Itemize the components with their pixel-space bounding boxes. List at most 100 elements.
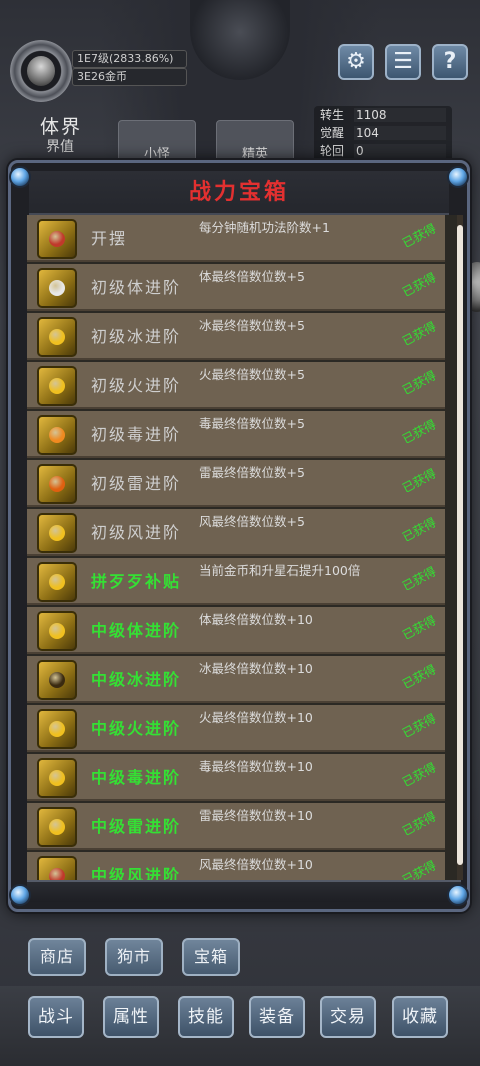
- item-description: 风最终倍数位数+10: [199, 857, 313, 872]
- item-name: 初级毒进阶: [91, 425, 182, 444]
- modal-title-bar: 战力宝箱: [29, 171, 449, 215]
- avatar[interactable]: [10, 40, 72, 102]
- list-item[interactable]: 中级体进阶 体最终倍数位数+10 已获得: [27, 607, 445, 654]
- chest-gem-icon: [49, 427, 65, 443]
- list-item[interactable]: 初级冰进阶 冰最终倍数位数+5 已获得: [27, 313, 445, 360]
- item-description: 火最终倍数位数+5: [199, 367, 305, 382]
- item-description: 毒最终倍数位数+10: [199, 759, 313, 774]
- help-button[interactable]: ?: [432, 44, 468, 80]
- stat-row-cycle: 轮回 0: [314, 142, 452, 160]
- list-item[interactable]: 开摆 每分钟随机功法阶数+1 已获得: [27, 215, 445, 262]
- chest-button[interactable]: 宝箱: [182, 938, 240, 976]
- treasure-chest-icon: [37, 415, 77, 455]
- item-name: 初级体进阶: [91, 278, 182, 297]
- stats-panel: 转生 1108 觉醒 104 轮回 0: [314, 106, 452, 164]
- nav-battle[interactable]: 战斗: [28, 996, 84, 1038]
- treasure-chest-icon: [37, 366, 77, 406]
- item-description: 体最终倍数位数+5: [199, 269, 305, 284]
- item-status: 已获得: [400, 809, 439, 839]
- gold-counter: 3E26金币: [72, 68, 187, 86]
- item-status: 已获得: [400, 319, 439, 349]
- item-status: 已获得: [400, 858, 439, 880]
- item-status: 已获得: [400, 270, 439, 300]
- treasure-chest-icon: [37, 758, 77, 798]
- scrollbar-track[interactable]: [457, 215, 463, 880]
- treasure-chest-icon: [37, 513, 77, 553]
- chest-list[interactable]: 开摆 每分钟随机功法阶数+1 已获得 初级体进阶 体最终倍数位数+5 已获得 初级冰进阶 冰最…: [27, 215, 461, 880]
- item-name: 初级雷进阶: [91, 474, 182, 493]
- help-icon: ?: [443, 49, 457, 74]
- item-name: 拼歹歹补贴: [91, 572, 182, 591]
- item-name: 开摆: [91, 229, 128, 248]
- item-name: 中级冰进阶: [91, 670, 182, 689]
- item-name: 中级体进阶: [91, 621, 182, 640]
- tab-elite[interactable]: 精英: [216, 120, 294, 164]
- treasure-chest-icon: [37, 317, 77, 357]
- power-chest-modal: 战力宝箱 开摆 每分钟随机功法阶数+1 已获得 初级体进阶 体最终倍数位数+5 已获得 初级…: [8, 160, 470, 912]
- chest-gem-icon: [49, 574, 65, 590]
- nav-equipment[interactable]: 装备: [249, 996, 305, 1038]
- treasure-chest-icon: [37, 268, 77, 308]
- item-description: 火最终倍数位数+10: [199, 710, 313, 725]
- modal-title: 战力宝箱: [188, 180, 289, 205]
- menu-button[interactable]: ☰: [385, 44, 421, 80]
- chest-gem-icon: [49, 819, 65, 835]
- item-status: 已获得: [400, 613, 439, 643]
- item-status: 已获得: [400, 711, 439, 741]
- treasure-chest-icon: [37, 807, 77, 847]
- treasure-chest-icon: [37, 464, 77, 504]
- item-description: 冰最终倍数位数+10: [199, 661, 313, 676]
- item-description: 当前金币和升星石提升100倍: [199, 563, 361, 578]
- item-status: 已获得: [400, 564, 439, 594]
- nav-attributes[interactable]: 属性: [103, 996, 159, 1038]
- item-name: 中级火进阶: [91, 719, 182, 738]
- settings-button[interactable]: ⚙: [338, 44, 374, 80]
- realm-title: 体界: [40, 116, 83, 138]
- scrollbar-thumb[interactable]: [457, 225, 463, 865]
- chest-gem-icon: [49, 525, 65, 541]
- item-name: 初级冰进阶: [91, 327, 182, 346]
- treasure-chest-icon: [37, 709, 77, 749]
- menu-icon: ☰: [393, 49, 413, 74]
- list-item[interactable]: 中级风进阶 风最终倍数位数+10 已获得: [27, 852, 445, 880]
- realm-value-label: 界值: [46, 139, 74, 155]
- item-name: 初级火进阶: [91, 376, 182, 395]
- dog-market-button[interactable]: 狗市: [105, 938, 163, 976]
- chest-gem-icon: [49, 280, 65, 296]
- list-item[interactable]: 初级雷进阶 雷最终倍数位数+5 已获得: [27, 460, 445, 507]
- treasure-chest-icon: [37, 611, 77, 651]
- chest-gem-icon: [49, 476, 65, 492]
- nav-trade[interactable]: 交易: [320, 996, 376, 1038]
- chest-gem-icon: [49, 770, 65, 786]
- corner-gem-icon: [447, 884, 469, 906]
- corner-gem-icon: [9, 884, 31, 906]
- item-name: 中级雷进阶: [91, 817, 182, 836]
- list-item[interactable]: 初级风进阶 风最终倍数位数+5 已获得: [27, 509, 445, 556]
- treasure-chest-icon: [37, 219, 77, 259]
- nav-collection[interactable]: 收藏: [392, 996, 448, 1038]
- item-description: 毒最终倍数位数+5: [199, 416, 305, 431]
- treasure-chest-icon: [37, 660, 77, 700]
- tab-minion[interactable]: 小怪: [118, 120, 196, 164]
- list-item[interactable]: 中级毒进阶 毒最终倍数位数+10 已获得: [27, 754, 445, 801]
- corner-gem-icon: [9, 166, 31, 188]
- item-status: 已获得: [400, 417, 439, 447]
- item-name: 初级风进阶: [91, 523, 182, 542]
- list-item[interactable]: 拼歹歹补贴 当前金币和升星石提升100倍 已获得: [27, 558, 445, 605]
- list-item[interactable]: 初级体进阶 体最终倍数位数+5 已获得: [27, 264, 445, 311]
- chest-gem-icon: [49, 672, 65, 688]
- list-item[interactable]: 中级冰进阶 冰最终倍数位数+10 已获得: [27, 656, 445, 703]
- avatar-portrait: [27, 56, 55, 86]
- treasure-chest-icon: [37, 856, 77, 880]
- corner-gem-icon: [447, 166, 469, 188]
- list-item[interactable]: 中级雷进阶 雷最终倍数位数+10 已获得: [27, 803, 445, 850]
- shop-button[interactable]: 商店: [28, 938, 86, 976]
- nav-skills[interactable]: 技能: [178, 996, 234, 1038]
- item-status: 已获得: [400, 515, 439, 545]
- list-item[interactable]: 初级毒进阶 毒最终倍数位数+5 已获得: [27, 411, 445, 458]
- item-status: 已获得: [400, 221, 439, 251]
- list-item[interactable]: 中级火进阶 火最终倍数位数+10 已获得: [27, 705, 445, 752]
- chest-gem-icon: [49, 329, 65, 345]
- item-status: 已获得: [400, 760, 439, 790]
- list-item[interactable]: 初级火进阶 火最终倍数位数+5 已获得: [27, 362, 445, 409]
